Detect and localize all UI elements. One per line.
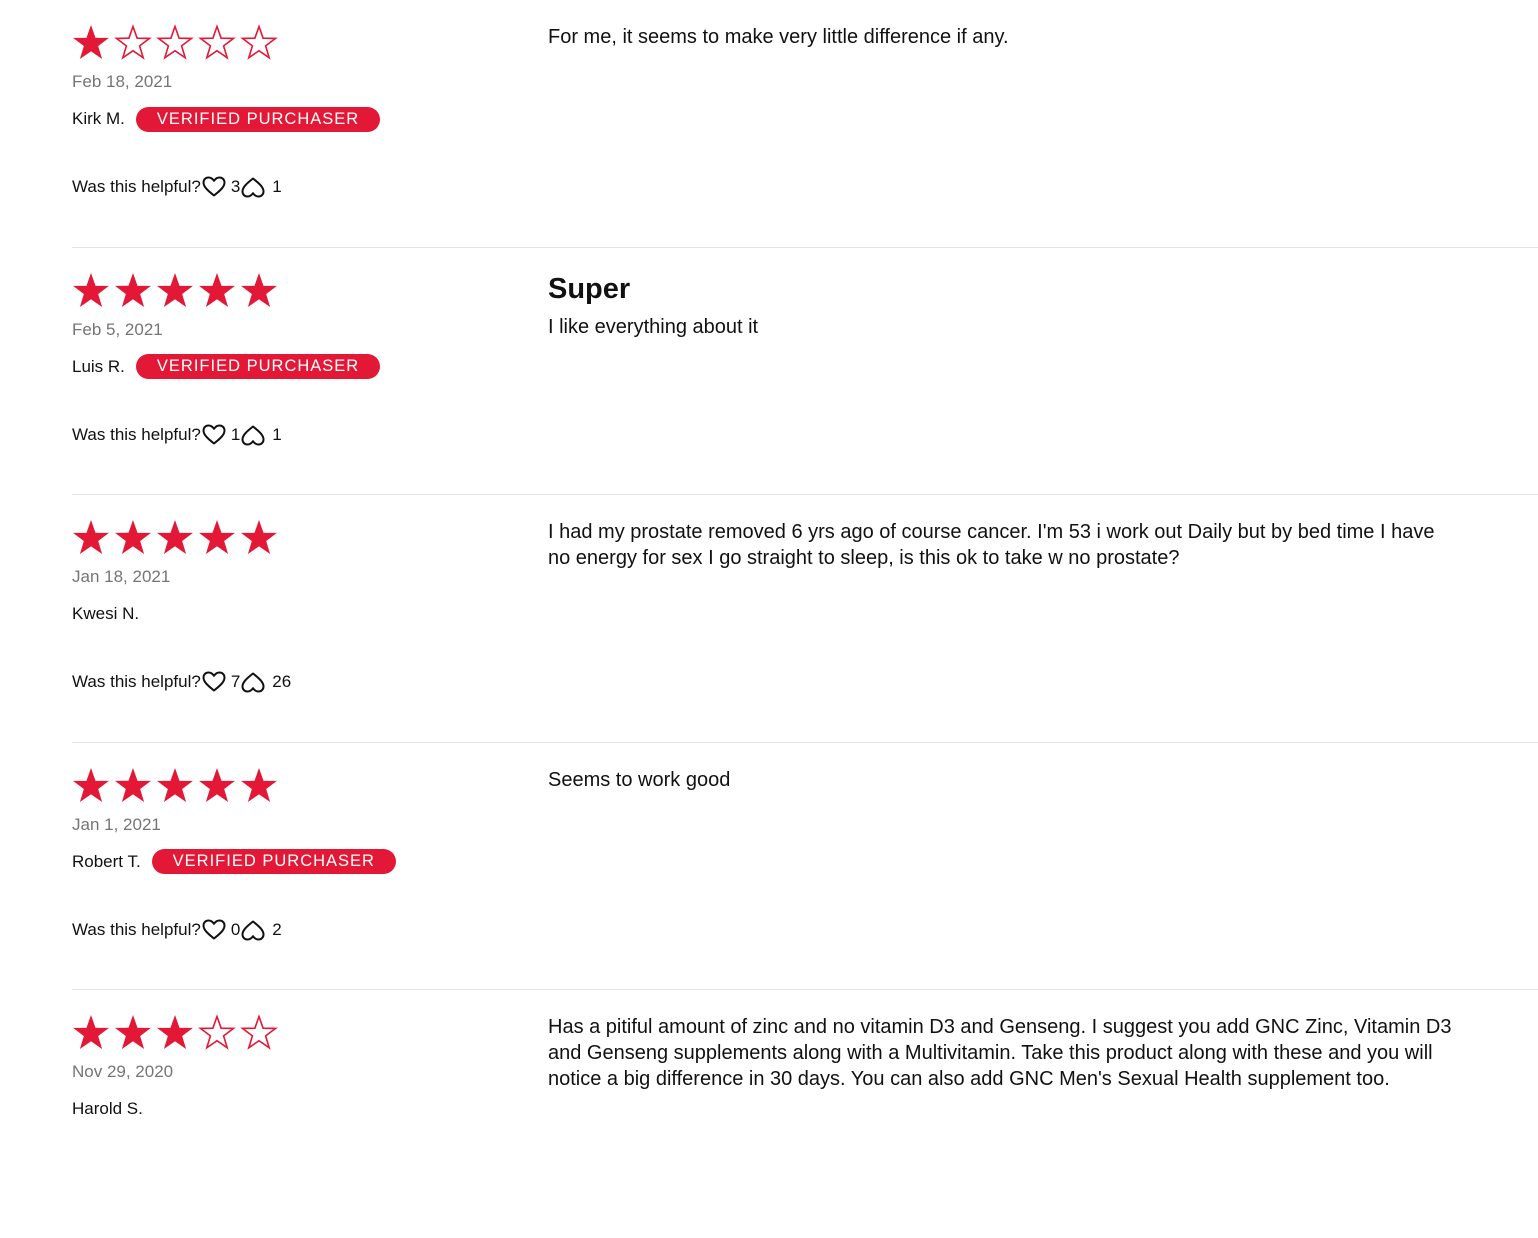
helpful-yes-count: 0 [230,919,241,939]
star-filled-icon [198,272,236,310]
star-rating [72,24,492,62]
review-meta: Nov 29, 2020 Harold S. [72,1014,492,1122]
helpful-row: Was this helpful? 3 1 [72,174,282,200]
reviewer-name: Robert T. [72,851,141,871]
helpful-yes-count: 3 [230,177,241,196]
reviewer-name: Harold S. [72,1099,143,1118]
star-filled-icon [240,767,278,805]
star-filled-icon [72,1014,110,1052]
review-date: Jan 1, 2021 [72,814,161,834]
verified-purchaser-badge: VERIFIED PURCHASER [135,106,381,132]
review-date: Feb 18, 2021 [72,72,173,91]
star-filled-icon [198,767,236,805]
star-empty-icon [198,1014,236,1052]
helpful-no-count: 1 [272,177,282,196]
review-item: Nov 29, 2020 Harold S. Has a pitiful amo… [72,990,1538,1238]
review-content: Super I like everything about it [548,272,1458,340]
heart-down-icon[interactable] [240,422,266,448]
star-rating [72,519,492,557]
star-rating [72,272,492,310]
helpful-no-count: 2 [272,919,282,939]
verified-purchaser-badge: VERIFIED PURCHASER [151,849,396,874]
reviewer-name: Luis R. [72,356,125,376]
review-meta: Feb 18, 2021 Kirk M. VERIFIED PURCHASER [72,24,492,132]
helpful-yes-count: 7 [230,672,241,691]
heart-icon[interactable] [201,917,227,943]
review-list: Feb 18, 2021 Kirk M. VERIFIED PURCHASER … [72,0,1538,1238]
helpful-label: Was this helpful? [72,177,201,196]
review-meta: Feb 5, 2021 Luis R. VERIFIED PURCHASER [72,272,492,380]
author-row: Luis R. VERIFIED PURCHASER [72,354,492,380]
star-filled-icon [114,767,152,805]
star-filled-icon [156,767,194,805]
review-body: Has a pitiful amount of zinc and no vita… [548,1016,1452,1090]
author-row: Harold S. [72,1096,492,1122]
helpful-no-count: 1 [272,424,282,444]
helpful-row: Was this helpful? 7 26 [72,669,291,695]
star-empty-icon [240,1014,278,1052]
star-filled-icon [156,519,194,557]
author-row: Robert T. VERIFIED PURCHASER [72,849,492,875]
review-content: Seems to work good [548,767,1458,793]
review-title: Super [548,272,631,305]
star-filled-icon [198,519,236,557]
star-rating [72,767,492,805]
heart-down-icon[interactable] [240,669,266,695]
review-content: Has a pitiful amount of zinc and no vita… [548,1014,1458,1092]
reviewer-name: Kwesi N. [72,604,140,623]
review-item: Jan 1, 2021 Robert T. VERIFIED PURCHASER… [72,743,1538,990]
star-filled-icon [72,24,110,62]
helpful-yes-count: 1 [230,424,241,444]
star-filled-icon [114,272,152,310]
verified-purchaser-badge: VERIFIED PURCHASER [135,354,381,379]
heart-icon[interactable] [201,422,227,448]
review-content: I had my prostate removed 6 yrs ago of c… [548,519,1458,571]
star-filled-icon [156,1014,194,1052]
star-filled-icon [114,1014,152,1052]
author-row: Kwesi N. [72,601,492,627]
star-empty-icon [240,24,278,62]
star-filled-icon [240,519,278,557]
review-body: I like everything about it [548,315,759,338]
review-body: Seems to work good [548,768,731,791]
heart-down-icon[interactable] [240,917,266,943]
review-body: For me, it seems to make very little dif… [548,26,1009,48]
star-rating [72,1014,492,1052]
review-item: Feb 5, 2021 Luis R. VERIFIED PURCHASER W… [72,248,1538,495]
review-date: Nov 29, 2020 [72,1062,174,1081]
helpful-no-count: 26 [272,672,292,691]
star-empty-icon [156,24,194,62]
review-meta: Jan 18, 2021 Kwesi N. [72,519,492,627]
heart-down-icon[interactable] [240,174,266,200]
star-filled-icon [156,272,194,310]
helpful-label: Was this helpful? [72,919,201,939]
helpful-row: Was this helpful? 0 2 [72,917,282,943]
review-item: Feb 18, 2021 Kirk M. VERIFIED PURCHASER … [72,0,1538,248]
helpful-label: Was this helpful? [72,672,201,691]
helpful-label: Was this helpful? [72,424,201,444]
review-item: Jan 18, 2021 Kwesi N. Was this helpful? … [72,495,1538,743]
reviewer-name: Kirk M. [72,109,125,128]
star-empty-icon [114,24,152,62]
star-filled-icon [240,272,278,310]
star-filled-icon [72,519,110,557]
heart-icon[interactable] [201,174,227,200]
star-empty-icon [198,24,236,62]
review-content: For me, it seems to make very little dif… [548,24,1458,50]
star-filled-icon [72,272,110,310]
author-row: Kirk M. VERIFIED PURCHASER [72,106,492,132]
review-date: Jan 18, 2021 [72,567,171,586]
review-body: I had my prostate removed 6 yrs ago of c… [548,521,1435,569]
helpful-row: Was this helpful? 1 1 [72,422,282,448]
star-filled-icon [114,519,152,557]
review-date: Feb 5, 2021 [72,319,163,339]
star-filled-icon [72,767,110,805]
heart-icon[interactable] [201,669,227,695]
review-meta: Jan 1, 2021 Robert T. VERIFIED PURCHASER [72,767,492,875]
